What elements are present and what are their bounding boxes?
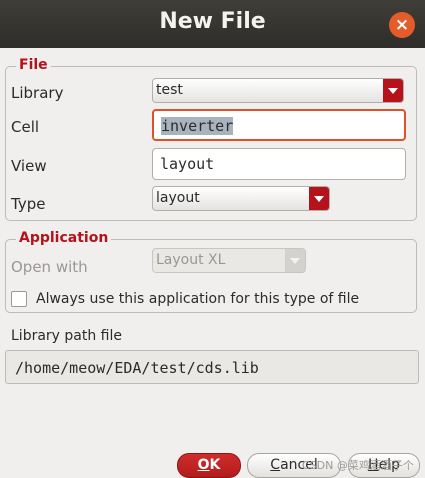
open-with-label: Open with xyxy=(11,258,88,276)
titlebar: New File × xyxy=(0,0,425,48)
close-button[interactable]: × xyxy=(389,12,415,38)
open-with-value: Layout XL xyxy=(156,252,226,268)
cell-value: inverter xyxy=(161,117,234,135)
cell-input[interactable]: inverter xyxy=(152,109,406,141)
view-label: View xyxy=(11,157,47,175)
application-group-legend: Application xyxy=(16,230,112,246)
chevron-down-icon[interactable] xyxy=(309,187,329,210)
file-group-legend: File xyxy=(16,57,51,73)
ok-label-rest: K xyxy=(209,457,221,473)
always-use-checkbox[interactable] xyxy=(11,291,27,307)
view-value: layout xyxy=(160,155,215,173)
chevron-down-icon[interactable] xyxy=(383,79,403,102)
ok-button[interactable]: OK xyxy=(177,453,241,478)
type-label: Type xyxy=(11,195,46,213)
library-path-field: /home/meow/EDA/test/cds.lib xyxy=(5,350,419,384)
type-value: layout xyxy=(156,190,200,206)
chevron-down-icon xyxy=(285,249,305,272)
library-label: Library xyxy=(11,84,64,102)
cell-label: Cell xyxy=(11,118,40,136)
cancel-mnemonic: C xyxy=(270,457,281,473)
library-path-value: /home/meow/EDA/test/cds.lib xyxy=(15,359,259,377)
always-use-label[interactable]: Always use this application for this typ… xyxy=(36,291,359,307)
view-input[interactable]: layout xyxy=(152,148,406,180)
library-path-label: Library path file xyxy=(11,328,123,344)
type-select[interactable]: layout xyxy=(152,186,330,211)
watermark: CSDN @菜鸡酒酒子个 xyxy=(302,459,414,472)
ok-mnemonic: O xyxy=(197,457,210,473)
close-icon: × xyxy=(394,15,410,35)
open-with-select[interactable]: Layout XL xyxy=(152,248,306,273)
window-title: New File xyxy=(159,9,266,34)
library-select[interactable]: test xyxy=(152,78,404,103)
library-value: test xyxy=(156,82,183,98)
